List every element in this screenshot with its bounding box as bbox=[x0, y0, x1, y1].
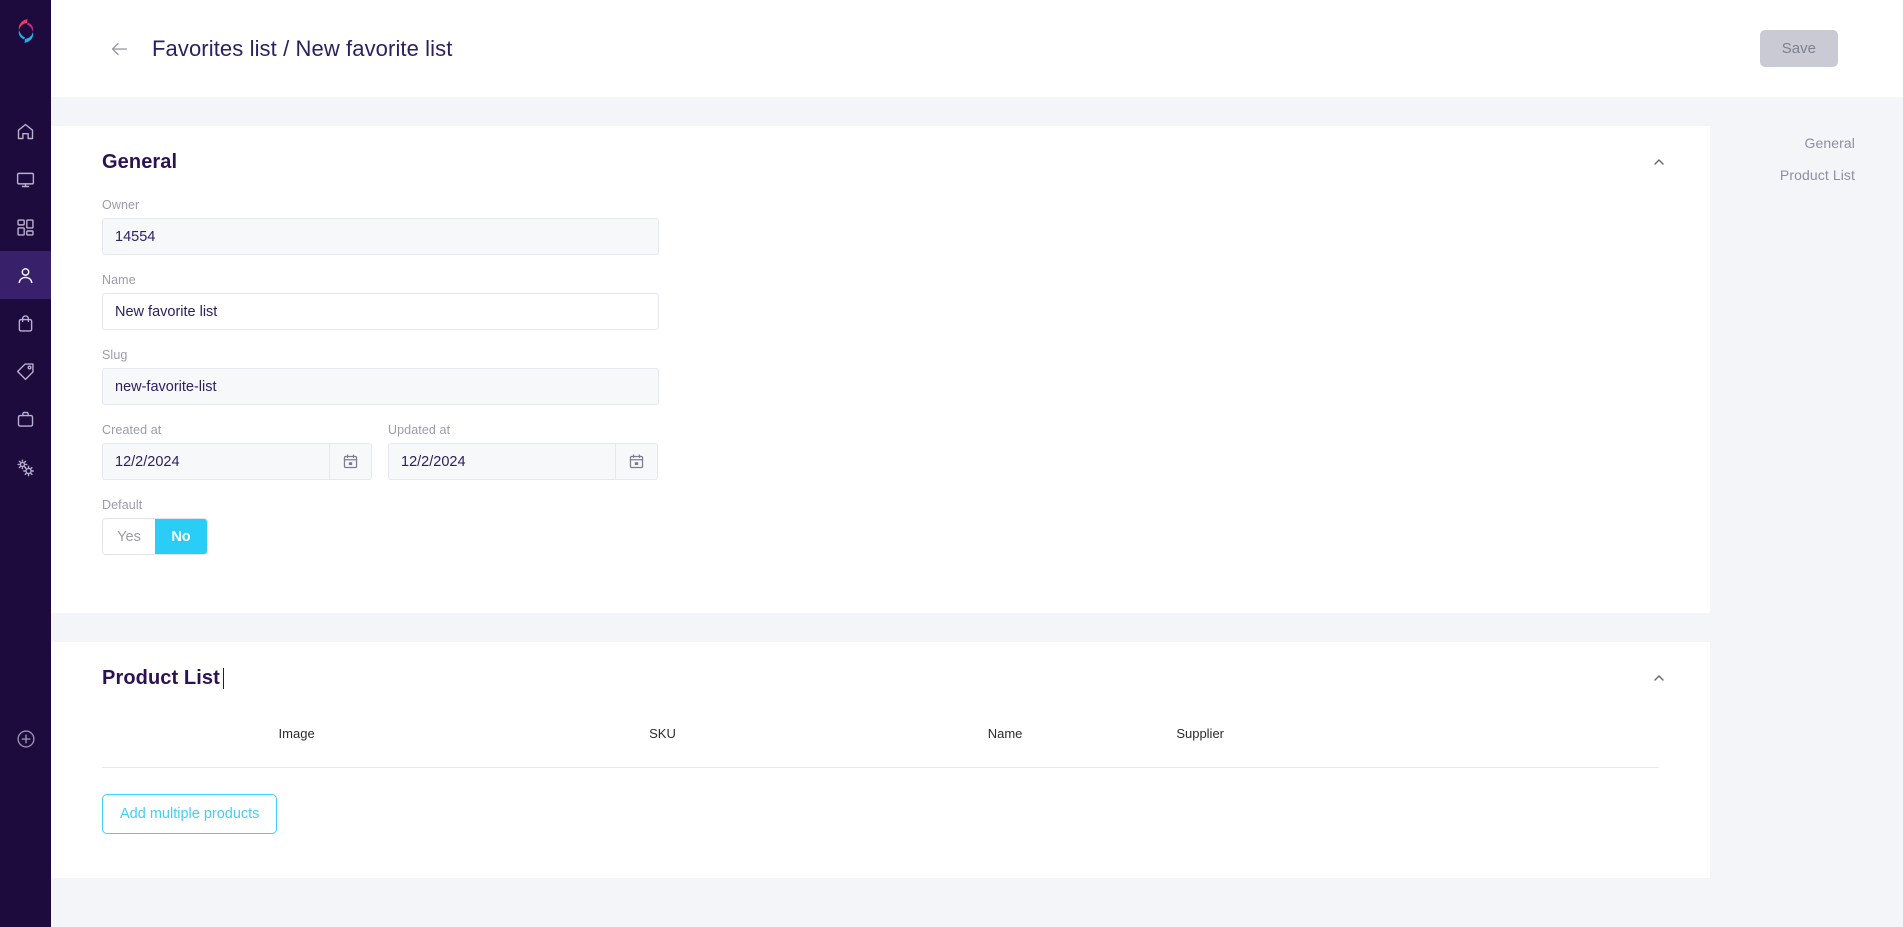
created-at-input[interactable] bbox=[103, 444, 329, 479]
default-field-group: Default Yes No bbox=[102, 498, 1659, 555]
product-table: Image SKU Name Supplier bbox=[102, 714, 1659, 768]
breadcrumb: Favorites list / New favorite list bbox=[152, 35, 453, 61]
updated-at-box bbox=[388, 443, 658, 480]
name-input[interactable] bbox=[102, 293, 659, 330]
back-button[interactable] bbox=[106, 36, 132, 62]
table-header-row: Image SKU Name Supplier bbox=[102, 714, 1659, 768]
anchor-nav: General Product List bbox=[1659, 97, 1903, 183]
user-icon bbox=[18, 267, 33, 283]
brand-swirl-logo bbox=[18, 19, 33, 43]
owner-field-group: Owner bbox=[102, 198, 1659, 255]
product-list-section-title: Product List bbox=[102, 666, 224, 689]
owner-input[interactable] bbox=[102, 218, 659, 255]
slug-input[interactable] bbox=[102, 368, 659, 405]
column-header-supplier: Supplier bbox=[1176, 714, 1659, 768]
anchor-link-general[interactable]: General bbox=[1804, 135, 1855, 151]
add-products-row: Add multiple products bbox=[51, 768, 1710, 878]
name-label: Name bbox=[102, 273, 136, 287]
product-list-card-header: Product List bbox=[51, 642, 1710, 714]
page-body: General Product List General Owner 14554… bbox=[51, 97, 1903, 927]
default-label: Default bbox=[102, 498, 143, 512]
sidebar-item-orders[interactable] bbox=[0, 299, 51, 347]
briefcase-icon bbox=[17, 411, 34, 427]
created-at-calendar-button[interactable] bbox=[329, 444, 371, 479]
name-field-group: Name bbox=[102, 273, 1659, 330]
product-list-collapse-toggle[interactable] bbox=[1648, 667, 1670, 689]
add-multiple-products-button[interactable]: Add multiple products bbox=[102, 794, 278, 834]
chevron-up-icon bbox=[1654, 675, 1664, 681]
tag-icon bbox=[16, 362, 34, 380]
slug-field-group: Slug bbox=[102, 348, 1659, 405]
main-area: Favorites list / New favorite list Save … bbox=[51, 0, 1903, 927]
general-card-body: Owner Name Slug bbox=[51, 198, 1710, 613]
product-table-head: Image SKU Name Supplier bbox=[102, 714, 1659, 768]
general-section-title: General bbox=[102, 150, 178, 173]
anchor-link-product-list[interactable]: Product List bbox=[1780, 167, 1855, 183]
save-button[interactable]: Save bbox=[1759, 30, 1838, 67]
content-column: General Owner Name bbox=[51, 97, 1710, 878]
sidebar-item-customers[interactable] bbox=[0, 251, 51, 299]
sidebar-item-home[interactable] bbox=[0, 107, 51, 155]
product-table-wrap: Image SKU Name Supplier bbox=[51, 714, 1710, 768]
updated-at-calendar-button[interactable] bbox=[615, 444, 657, 479]
default-toggle-yes[interactable]: Yes bbox=[103, 519, 155, 554]
sidebar-add-button[interactable] bbox=[0, 715, 51, 763]
column-header-name: Name bbox=[833, 714, 1177, 768]
grid-icon bbox=[17, 218, 34, 236]
sidebar-item-settings[interactable] bbox=[0, 443, 51, 491]
monitor-icon bbox=[16, 172, 35, 187]
calendar-icon bbox=[629, 454, 644, 469]
default-toggle-group: Yes No bbox=[102, 518, 208, 555]
brand-logo[interactable] bbox=[0, 0, 51, 62]
settings-gears-icon bbox=[17, 458, 34, 476]
product-list-card: Product List Image SKU Name Supplier Add… bbox=[51, 642, 1710, 878]
arrow-left-icon bbox=[111, 42, 128, 55]
column-header-sku: SKU bbox=[491, 714, 834, 768]
calendar-icon bbox=[343, 454, 358, 469]
sidebar-item-products[interactable] bbox=[0, 347, 51, 395]
slug-label: Slug bbox=[102, 348, 128, 362]
created-at-field-group: Created at bbox=[102, 423, 372, 480]
sidebar-item-suppliers[interactable] bbox=[0, 395, 51, 443]
date-fields-row: Created at 12/2/2024 Updated at 12/2/202… bbox=[102, 423, 1659, 480]
sidebar-nav-list bbox=[0, 107, 51, 491]
shopping-bag-icon bbox=[18, 314, 33, 332]
default-toggle-no[interactable]: No bbox=[155, 519, 207, 554]
left-sidebar bbox=[0, 0, 51, 927]
top-bar: Favorites list / New favorite list Save bbox=[51, 0, 1903, 97]
column-header-image: Image bbox=[102, 714, 492, 768]
general-card-header: General bbox=[51, 126, 1710, 198]
updated-at-input[interactable] bbox=[389, 444, 615, 479]
updated-at-field-group: Updated at bbox=[388, 423, 658, 480]
app-root: Favorites list / New favorite list Save … bbox=[0, 0, 1903, 927]
updated-at-label: Updated at bbox=[388, 423, 451, 437]
created-at-box bbox=[102, 443, 372, 480]
plus-circle-icon bbox=[16, 730, 35, 748]
general-card: General Owner Name bbox=[51, 126, 1710, 613]
sidebar-item-channels[interactable] bbox=[0, 155, 51, 203]
sidebar-item-dashboard[interactable] bbox=[0, 203, 51, 251]
home-icon bbox=[17, 123, 34, 139]
owner-label: Owner bbox=[102, 198, 140, 212]
created-at-label: Created at bbox=[102, 423, 162, 437]
